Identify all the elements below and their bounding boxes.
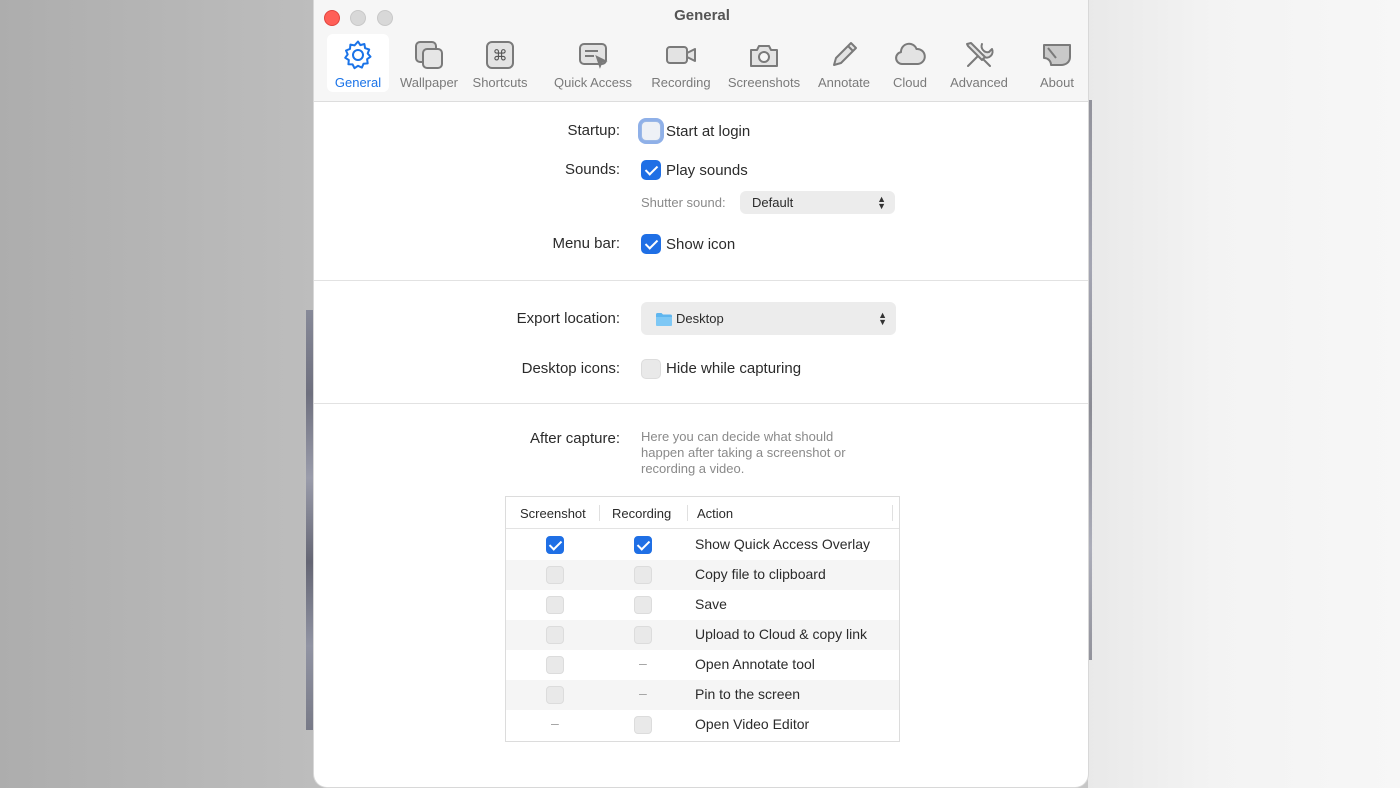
- tab-wallpaper[interactable]: Wallpaper: [396, 34, 462, 92]
- action-label: Open Annotate tool: [695, 656, 815, 672]
- screenshot-checkbox[interactable]: [546, 686, 564, 704]
- recording-unavailable: –: [639, 655, 647, 671]
- quick-access-icon: [576, 34, 610, 75]
- wallpaper-icon: [412, 34, 446, 75]
- column-separator: [599, 505, 600, 521]
- hide-while-capturing-checkbox[interactable]: [641, 359, 661, 379]
- tab-wallpaper-label: Wallpaper: [399, 75, 459, 90]
- play-sounds-label[interactable]: Play sounds: [666, 162, 748, 179]
- show-icon-checkbox[interactable]: [641, 234, 661, 254]
- screenshot-unavailable: –: [551, 715, 559, 731]
- tab-screenshots[interactable]: Screenshots: [723, 34, 805, 92]
- recording-checkbox[interactable]: [634, 566, 652, 584]
- cloud-icon: [893, 34, 927, 75]
- screenshot-checkbox[interactable]: [546, 566, 564, 584]
- tab-annotate[interactable]: Annotate: [812, 34, 876, 92]
- sounds-label: Sounds:: [564, 161, 620, 178]
- pencil-icon: [827, 34, 861, 75]
- chevron-updown-icon: ▲ ▼: [877, 193, 886, 211]
- video-camera-icon: [664, 34, 698, 75]
- menu-bar-label: Menu bar:: [552, 235, 620, 252]
- tab-recording[interactable]: Recording: [646, 34, 716, 92]
- tab-quick-access-label: Quick Access: [553, 75, 633, 90]
- screenshot-checkbox[interactable]: [546, 536, 564, 554]
- table-row: – Open Annotate tool: [506, 650, 899, 680]
- table-header: Screenshot Recording Action: [506, 497, 899, 529]
- action-label: Open Video Editor: [695, 716, 810, 732]
- show-icon-label[interactable]: Show icon: [666, 236, 735, 253]
- desktop-icons-label: Desktop icons:: [521, 360, 620, 377]
- gear-icon: [341, 34, 375, 75]
- tab-cloud-label: Cloud: [893, 75, 927, 90]
- tab-shortcuts[interactable]: ⌘ Shortcuts: [469, 34, 531, 92]
- export-location-select[interactable]: Desktop ▲ ▼: [641, 302, 896, 335]
- section-divider: [314, 280, 1088, 281]
- startup-label: Startup:: [567, 122, 620, 139]
- column-separator: [892, 505, 893, 521]
- table-row: – Open Video Editor: [506, 710, 899, 740]
- shutter-sound-value: Default: [752, 195, 794, 210]
- action-label: Pin to the screen: [695, 686, 801, 702]
- hide-while-capturing-label[interactable]: Hide while capturing: [666, 360, 801, 377]
- about-icon: [1040, 34, 1074, 75]
- recording-checkbox[interactable]: [634, 716, 652, 734]
- column-header-action[interactable]: Action: [697, 506, 733, 521]
- screenshot-checkbox[interactable]: [546, 656, 564, 674]
- preferences-window: General General Wallpaper ⌘ Shortcuts Qu…: [313, 0, 1089, 788]
- shutter-sound-select[interactable]: Default ▲ ▼: [740, 191, 895, 214]
- table-row: Upload to Cloud & copy link: [506, 620, 899, 650]
- after-capture-description: Here you can decide what should happen a…: [641, 429, 846, 476]
- chevron-updown-icon: ▲ ▼: [878, 309, 887, 327]
- svg-text:⌘: ⌘: [493, 47, 508, 65]
- command-key-icon: ⌘: [483, 34, 517, 75]
- tools-icon: [962, 34, 996, 75]
- tab-screenshots-label: Screenshots: [727, 75, 801, 90]
- tab-general[interactable]: General: [327, 34, 389, 92]
- background-right: [1088, 0, 1400, 788]
- after-capture-table: Screenshot Recording Action Show Quick A…: [505, 496, 900, 742]
- recording-checkbox[interactable]: [634, 536, 652, 554]
- table-row: Show Quick Access Overlay: [506, 530, 899, 560]
- column-separator: [687, 505, 688, 521]
- column-header-screenshot[interactable]: Screenshot: [520, 506, 586, 521]
- table-row: – Pin to the screen: [506, 680, 899, 710]
- preferences-toolbar: General Wallpaper ⌘ Shortcuts Quick Acce…: [324, 34, 1080, 94]
- section-divider: [314, 403, 1088, 404]
- export-location-label: Export location:: [516, 310, 620, 327]
- tab-advanced-label: Advanced: [950, 75, 1008, 90]
- window-title: General: [674, 7, 730, 24]
- recording-unavailable: –: [639, 685, 647, 701]
- export-location-value: Desktop: [676, 311, 724, 326]
- action-label: Show Quick Access Overlay: [695, 536, 871, 552]
- tab-advanced[interactable]: Advanced: [944, 34, 1014, 92]
- after-capture-label: After capture:: [529, 430, 620, 447]
- recording-checkbox[interactable]: [634, 596, 652, 614]
- start-at-login-checkbox[interactable]: [641, 121, 661, 141]
- tab-about[interactable]: About: [1026, 34, 1088, 92]
- action-label: Save: [695, 596, 727, 612]
- table-row: Save: [506, 590, 899, 620]
- table-row: Copy file to clipboard: [506, 560, 899, 590]
- screenshot-checkbox[interactable]: [546, 626, 564, 644]
- titlebar: General General Wallpaper ⌘ Shortcuts Qu…: [314, 0, 1088, 102]
- recording-checkbox[interactable]: [634, 626, 652, 644]
- tab-annotate-label: Annotate: [817, 75, 871, 90]
- tab-shortcuts-label: Shortcuts: [472, 75, 528, 90]
- tab-recording-label: Recording: [651, 75, 711, 90]
- column-header-recording[interactable]: Recording: [612, 506, 671, 521]
- action-label: Upload to Cloud & copy link: [695, 626, 867, 642]
- folder-icon: [655, 312, 673, 326]
- play-sounds-checkbox[interactable]: [641, 160, 661, 180]
- tab-general-label: General: [334, 75, 382, 90]
- camera-icon: [747, 34, 781, 75]
- tab-quick-access[interactable]: Quick Access: [547, 34, 639, 92]
- screenshot-checkbox[interactable]: [546, 596, 564, 614]
- background-left: [0, 0, 312, 788]
- action-label: Copy file to clipboard: [695, 566, 826, 582]
- shutter-sound-label: Shutter sound:: [641, 195, 726, 210]
- tab-about-label: About: [1040, 75, 1074, 90]
- start-at-login-label[interactable]: Start at login: [666, 123, 750, 140]
- tab-cloud[interactable]: Cloud: [882, 34, 938, 92]
